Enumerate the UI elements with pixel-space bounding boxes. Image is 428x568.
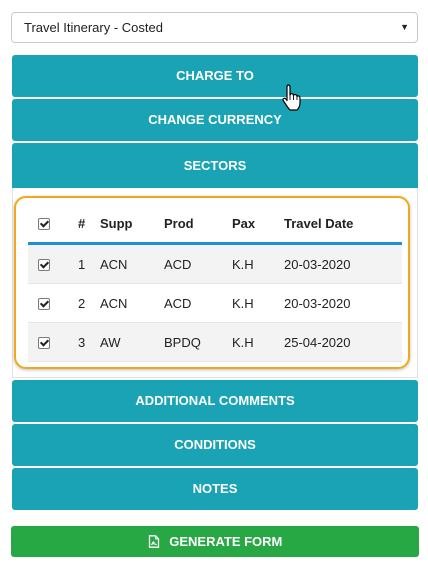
- notes-panel-button[interactable]: NOTES: [12, 468, 418, 510]
- chevron-down-icon: ▼: [400, 22, 409, 32]
- sectors-label: SECTORS: [183, 158, 247, 173]
- form-type-select[interactable]: Travel Itinerary - Costed ▼: [11, 12, 418, 43]
- change-currency-panel-button[interactable]: CHANGE CURRENCY: [12, 99, 418, 141]
- change-currency-label: CHANGE CURRENCY: [148, 112, 282, 127]
- notes-label: NOTES: [192, 481, 238, 496]
- highlight-box: [14, 196, 410, 369]
- additional-comments-label: ADDITIONAL COMMENTS: [135, 393, 295, 408]
- charge-to-label: CHARGE TO: [176, 68, 254, 83]
- charge-to-panel-button[interactable]: CHARGE TO: [12, 55, 418, 97]
- sectors-panel-button[interactable]: SECTORS: [12, 143, 418, 188]
- additional-comments-panel-button[interactable]: ADDITIONAL COMMENTS: [12, 380, 418, 422]
- hand-pointer-cursor-icon: [282, 84, 301, 111]
- generate-form-button[interactable]: GENERATE FORM: [11, 526, 419, 557]
- generate-form-label: GENERATE FORM: [169, 534, 283, 549]
- pdf-file-icon: [148, 535, 159, 548]
- conditions-label: CONDITIONS: [174, 437, 256, 452]
- conditions-panel-button[interactable]: CONDITIONS: [12, 424, 418, 466]
- form-type-select-value: Travel Itinerary - Costed: [24, 20, 163, 35]
